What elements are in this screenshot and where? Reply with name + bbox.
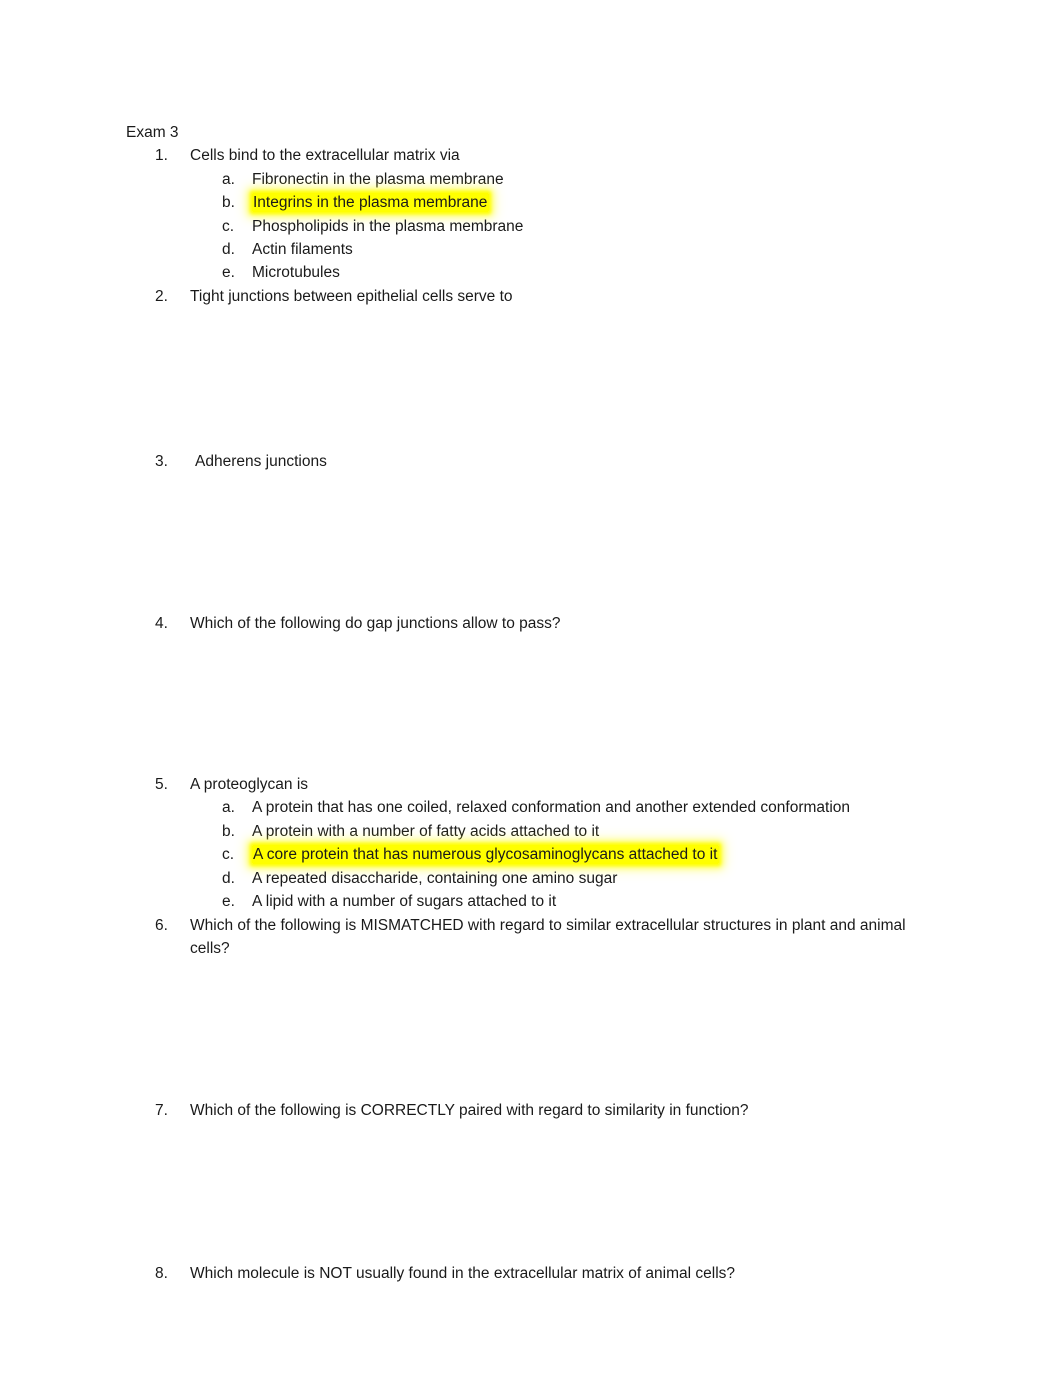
option-text: Fibronectin in the plasma membrane (252, 170, 504, 188)
option-letter: d. (222, 241, 235, 259)
question-text: Which of the following is MISMATCHED wit… (190, 916, 906, 957)
option-text: Actin filaments (252, 241, 353, 259)
option-item: d. A repeated disaccharide, containing on… (190, 867, 941, 890)
question-text: Cells bind to the extracellular matrix v… (190, 147, 460, 165)
option-text: A lipid with a number of sugars attached… (252, 893, 557, 911)
question-text: Which of the following is CORRECTLY pair… (190, 1102, 749, 1120)
question-item: 1. Cells bind to the extracellular matrix… (126, 144, 941, 284)
question-number: 8. (155, 1264, 168, 1282)
option-item: c. Phospholipids in the plasma membrane (190, 215, 941, 238)
question-text: Which molecule is NOT usually found in t… (190, 1264, 736, 1282)
question-number: 5. (155, 776, 168, 794)
blank-answer-space (190, 635, 941, 773)
option-letter: e. (222, 264, 235, 282)
option-letter: b. (222, 194, 235, 212)
question-item: 6. Which of the following is MISMATCHED w… (126, 914, 941, 1100)
blank-answer-space (190, 1123, 941, 1262)
option-item: a. Fibronectin in the plasma membrane (190, 168, 941, 191)
question-text: Adherens junctions (195, 453, 327, 471)
question-list: 1. Cells bind to the extracellular matrix… (126, 144, 941, 1285)
option-letter: d. (222, 869, 235, 887)
document-page: Exam 3 1. Cells bind to the extracellular… (0, 0, 1062, 1377)
option-text: Microtubules (252, 264, 340, 282)
question-number: 6. (155, 916, 168, 934)
blank-answer-space (190, 474, 941, 612)
option-text: A repeated disaccharide, containing one … (252, 869, 618, 887)
question-text: Tight junctions between epithelial cells… (190, 287, 513, 305)
option-text: A protein with a number of fatty acids a… (252, 822, 600, 840)
question-text: Which of the following do gap junctions … (190, 614, 561, 632)
option-item: d. Actin filaments (190, 238, 941, 261)
question-item: 7. Which of the following is CORRECTLY pa… (126, 1099, 941, 1261)
question-item: 2. Tight junctions between epithelial cel… (126, 285, 941, 450)
blank-answer-space (190, 960, 941, 1099)
option-item: a. A protein that has one coiled, relaxed… (190, 796, 941, 819)
page-title: Exam 3 (126, 124, 179, 141)
option-item: e. A lipid with a number of sugars attach… (190, 890, 941, 913)
option-letter: a. (222, 170, 235, 188)
option-item: e. Microtubules (190, 261, 941, 284)
question-text: A proteoglycan is (190, 776, 309, 794)
option-letter: c. (222, 846, 235, 864)
option-list: a. A protein that has one coiled, relaxed… (190, 796, 941, 913)
blank-answer-space (190, 308, 941, 450)
option-text-highlighted: A core protein that has numerous glycosa… (252, 845, 720, 865)
question-item: 8. Which molecule is NOT usually found in… (126, 1262, 941, 1285)
question-item: 5. A proteoglycan is a. A protein that has … (126, 773, 941, 913)
option-text: Phospholipids in the plasma membrane (252, 217, 524, 235)
question-item: 3. Adherens junctions (126, 450, 941, 611)
question-number: 2. (155, 287, 168, 305)
option-text-highlighted: Integrins in the plasma membrane (252, 193, 490, 213)
document-body: Exam 3 1. Cells bind to the extracellular… (126, 121, 941, 1285)
option-item: c. A core protein that has numerous glyco… (190, 843, 941, 866)
question-number: 1. (155, 147, 168, 165)
question-number: 7. (155, 1102, 168, 1120)
option-list: a. Fibronectin in the plasma membrane b. In… (190, 168, 941, 285)
option-item: b. Integrins in the plasma membrane (190, 191, 941, 214)
question-number: 3. (155, 453, 168, 471)
question-item: 4. Which of the following do gap junction… (126, 612, 941, 773)
option-item: b. A protein with a number of fatty acids… (190, 820, 941, 843)
question-number: 4. (155, 614, 168, 632)
option-letter: c. (222, 217, 235, 235)
option-text: A protein that has one coiled, relaxed c… (252, 799, 851, 817)
option-letter: b. (222, 822, 235, 840)
option-letter: a. (222, 799, 235, 817)
option-letter: e. (222, 893, 235, 911)
